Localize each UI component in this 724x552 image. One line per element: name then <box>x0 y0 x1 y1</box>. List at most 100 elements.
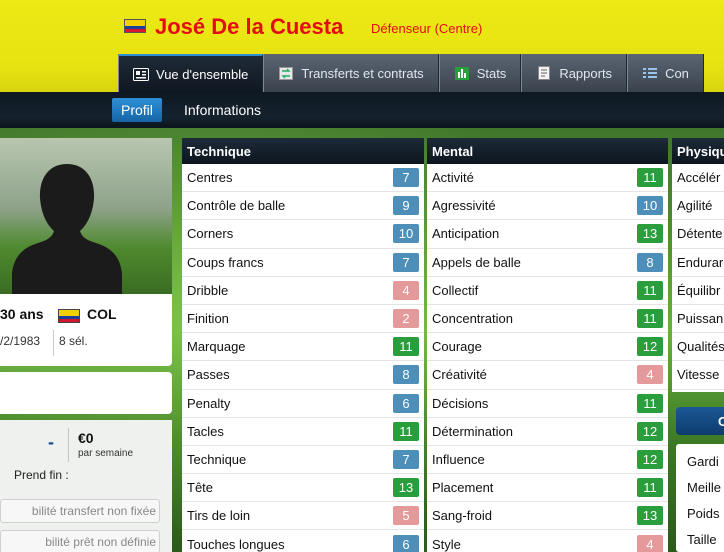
physique-attribute-row[interactable]: Endurar <box>672 249 724 277</box>
mental-attribute-row[interactable]: Créativité 4 <box>427 361 668 390</box>
technique-attribute-row[interactable]: Marquage 11 <box>182 333 424 362</box>
attribute-label: Tête <box>187 480 214 496</box>
attribute-label: Appels de balle <box>432 254 521 270</box>
mental-attribute-row[interactable]: Détermination 12 <box>427 418 668 446</box>
physique-attribute-row[interactable]: Agilité <box>672 192 724 221</box>
attribute-value: 7 <box>393 449 419 469</box>
attribute-label: Agressivité <box>432 198 496 214</box>
technique-attribute-row[interactable]: Corners 10 <box>182 220 424 249</box>
technique-attribute-row[interactable]: Dribble 4 <box>182 277 424 305</box>
attribute-value: 7 <box>393 252 419 272</box>
mental-attribute-row[interactable]: Agressivité 10 <box>427 192 668 221</box>
tab-stats[interactable]: Stats <box>438 54 522 92</box>
attribute-label: Puissan <box>677 311 724 327</box>
attribute-value: 13 <box>637 506 663 526</box>
attribute-label: Touches longues <box>187 536 285 552</box>
attribute-label: Détente <box>677 226 723 242</box>
physique-attribute-row[interactable]: Accélér <box>672 164 724 193</box>
tab-transfers[interactable]: Transferts et contrats <box>263 54 439 92</box>
attribute-label: Dribble <box>187 282 229 298</box>
mental-attribute-row[interactable]: Décisions 11 <box>427 390 668 418</box>
mental-attribute-row[interactable]: Placement 11 <box>427 474 668 503</box>
player-position: Défenseur (Centre) <box>371 21 483 36</box>
physique-attribute-row[interactable]: Équilibr <box>672 277 724 305</box>
subtab-information[interactable]: Informations <box>175 98 270 122</box>
mental-panel: Mental Activité 11 Agressivité 10 Anticipati… <box>427 138 668 552</box>
positions-button[interactable]: C <box>676 407 724 435</box>
player-silhouette-icon <box>12 164 122 294</box>
attribute-label: Passes <box>187 367 230 383</box>
attribute-value: 8 <box>393 365 419 385</box>
attribute-value: 9 <box>393 196 419 216</box>
date-of-birth: /2/1983 <box>0 334 41 348</box>
position-row: Poids <box>687 505 720 521</box>
attribute-value: 13 <box>637 224 663 244</box>
mental-attribute-row[interactable]: Anticipation 13 <box>427 220 668 249</box>
list-icon <box>642 67 658 80</box>
physique-header: Physiqu <box>672 138 724 164</box>
attribute-label: Accélér <box>677 170 721 186</box>
mental-attribute-row[interactable]: Influence 12 <box>427 446 668 475</box>
attribute-label: Finition <box>187 311 229 327</box>
technique-attribute-row[interactable]: Penalty 6 <box>182 390 424 418</box>
attribute-label: Décisions <box>432 395 489 411</box>
attribute-label: Anticipation <box>432 226 500 242</box>
attribute-value: 2 <box>393 309 419 329</box>
tab-reports[interactable]: Rapports <box>521 54 628 92</box>
mental-attribute-row[interactable]: Concentration 11 <box>427 305 668 334</box>
transfer-status-button[interactable]: bilité transfert non fixée <box>0 499 160 523</box>
attribute-value: 7 <box>393 168 419 188</box>
tab-stats-label: Stats <box>476 65 507 81</box>
mental-attribute-row[interactable]: Sang-froid 13 <box>427 502 668 531</box>
mental-attribute-row[interactable]: Courage 12 <box>427 333 668 362</box>
physique-attribute-row[interactable]: Puissan <box>672 305 724 334</box>
attribute-value: 11 <box>393 421 419 441</box>
technique-attribute-row[interactable]: Finition 2 <box>182 305 424 334</box>
technique-attribute-row[interactable]: Centres 7 <box>182 164 424 193</box>
attribute-label: Placement <box>432 480 494 496</box>
attribute-value: 4 <box>393 280 419 300</box>
mental-attribute-row[interactable]: Collectif 11 <box>427 277 668 305</box>
wage-unit: par semaine <box>78 448 134 459</box>
nationality-code: COL <box>87 306 117 322</box>
technique-attribute-row[interactable]: Tirs de loin 5 <box>182 502 424 531</box>
mental-attribute-row[interactable]: Activité 11 <box>427 164 668 193</box>
technique-attribute-row[interactable]: Contrôle de balle 9 <box>182 192 424 221</box>
physique-attribute-row[interactable]: Vitesse <box>672 361 724 390</box>
attribute-label: Technique <box>187 451 247 467</box>
loan-status-button[interactable]: bilité prêt non définie <box>0 530 160 552</box>
subtab-profile[interactable]: Profil <box>112 98 162 122</box>
mental-header: Mental <box>427 138 668 164</box>
stats-icon <box>454 66 470 80</box>
attribute-label: Agilité <box>677 198 713 214</box>
position-row: Gardi <box>687 453 719 469</box>
attribute-value: 6 <box>393 393 419 413</box>
technique-attribute-row[interactable]: Tête 13 <box>182 474 424 503</box>
overview-icon <box>133 67 149 81</box>
attribute-value: 5 <box>393 506 419 526</box>
physique-attribute-row[interactable]: Détente <box>672 220 724 249</box>
attribute-label: Contrôle de balle <box>187 198 286 214</box>
report-icon <box>536 66 552 80</box>
technique-attribute-row[interactable]: Technique 7 <box>182 446 424 475</box>
attribute-value: 11 <box>637 478 663 498</box>
tab-more[interactable]: Con <box>627 54 704 92</box>
tab-overview[interactable]: Vue d'ensemble <box>118 54 264 92</box>
attribute-value: 11 <box>637 393 663 413</box>
attribute-label: Vitesse <box>677 367 720 383</box>
attribute-value: 8 <box>637 252 663 272</box>
attribute-label: Tirs de loin <box>187 508 251 524</box>
tab-transfers-label: Transferts et contrats <box>301 65 424 81</box>
technique-attribute-row[interactable]: Passes 8 <box>182 361 424 390</box>
attribute-label: Marquage <box>187 339 246 355</box>
technique-attribute-row[interactable]: Tacles 11 <box>182 418 424 446</box>
mental-attribute-row[interactable]: Appels de balle 8 <box>427 249 668 277</box>
attribute-label: Centres <box>187 170 233 186</box>
attribute-label: Influence <box>432 451 485 467</box>
technique-attribute-row[interactable]: Touches longues 6 <box>182 530 424 552</box>
physique-attribute-row[interactable]: Qualités <box>672 333 724 362</box>
technique-attribute-row[interactable]: Coups francs 7 <box>182 249 424 277</box>
tab-reports-label: Rapports <box>559 65 613 81</box>
sub-navigation <box>0 92 724 128</box>
mental-attribute-row[interactable]: Style 4 <box>427 530 668 552</box>
